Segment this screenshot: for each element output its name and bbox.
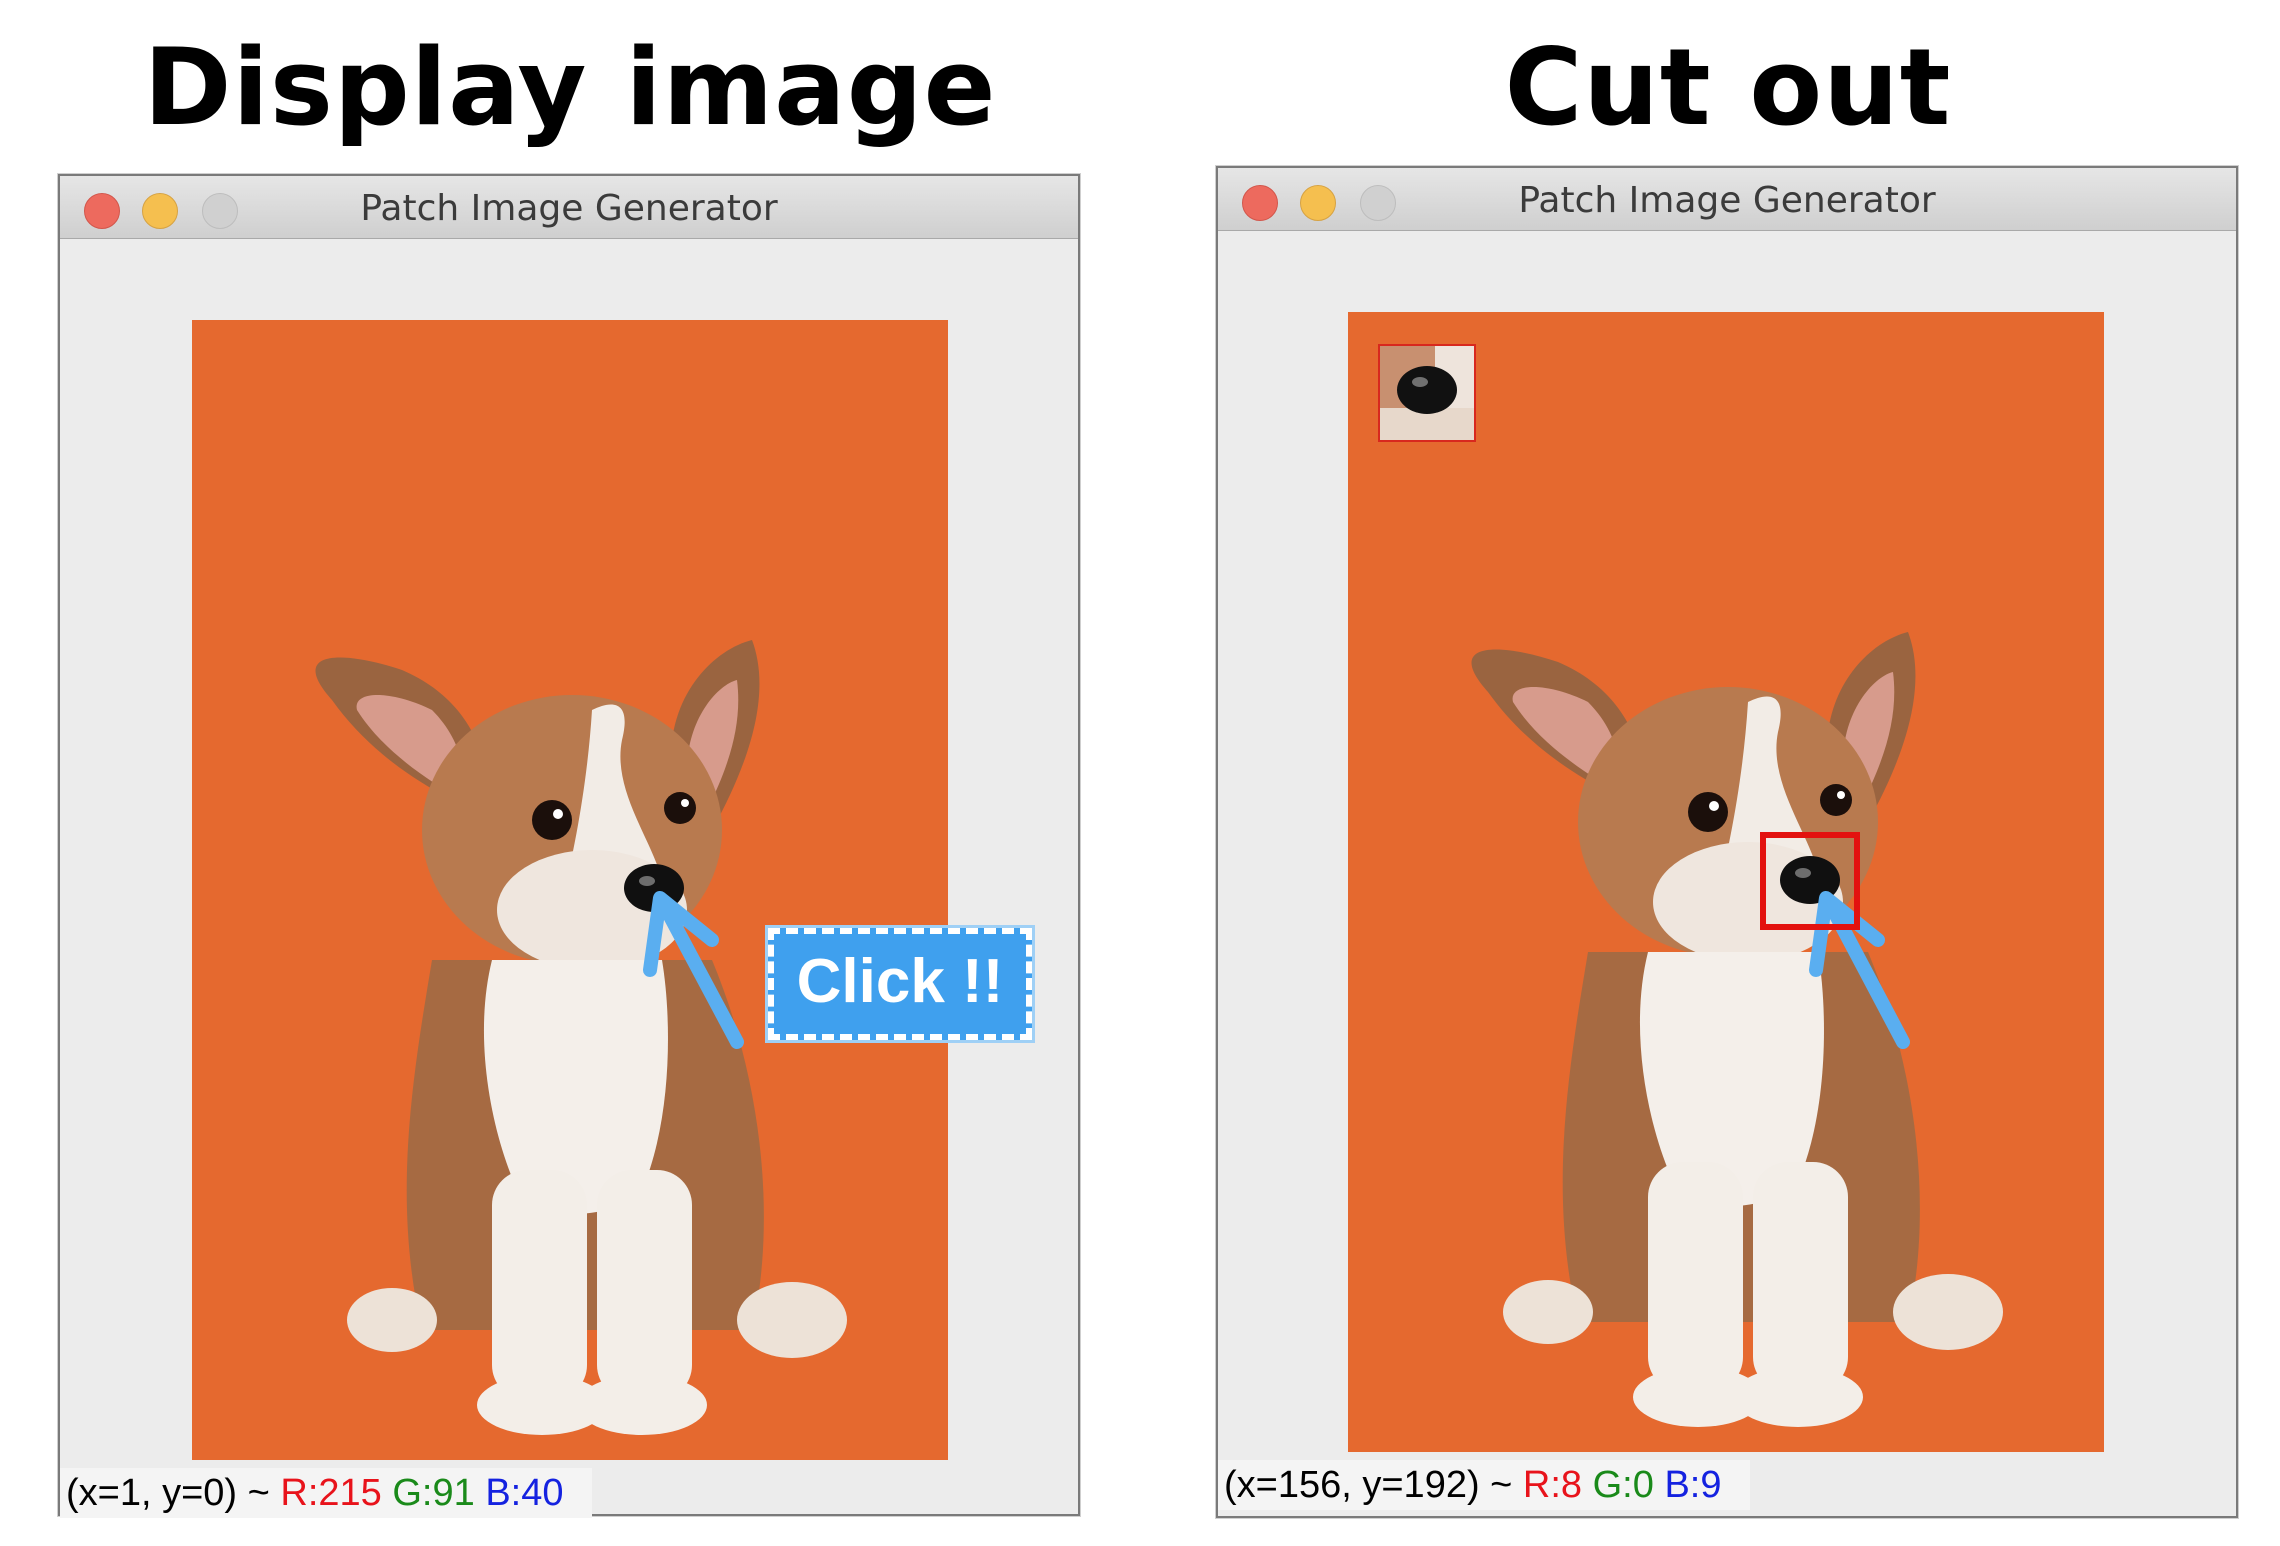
blue-value: B:9 (1664, 1464, 1722, 1506)
pointer-arrow-icon (643, 891, 744, 1049)
image-canvas[interactable] (1348, 312, 2104, 1452)
titlebar: Patch Image Generator (1218, 168, 2236, 231)
pixel-readout: (x=156, y=192) ~ R:8 G:0 B:9 (1218, 1460, 1750, 1510)
heading-cut-out: Cut out (1504, 26, 1952, 149)
patch-nose-image (1380, 346, 1474, 440)
heading-display-image: Display image (143, 26, 997, 149)
image-canvas[interactable] (192, 320, 948, 1460)
window-title: Patch Image Generator (360, 188, 778, 229)
blue-value: B:40 (485, 1472, 564, 1514)
click-callout: Click !! (768, 928, 1032, 1040)
patch-thumbnail[interactable] (1378, 344, 1476, 442)
red-value: R:215 (280, 1472, 382, 1514)
green-value: G:0 (1592, 1464, 1654, 1506)
pointer-arrow-icon (1809, 891, 1910, 1049)
coords-readout: (x=1, y=0) ~ (66, 1472, 281, 1514)
red-value: R:8 (1522, 1464, 1583, 1506)
window-title: Patch Image Generator (1518, 180, 1936, 221)
pixel-readout: (x=1, y=0) ~ R:215 G:91 B:40 (60, 1468, 592, 1518)
green-value: G:91 (392, 1472, 475, 1514)
selection-box[interactable] (1760, 832, 1860, 930)
titlebar: Patch Image Generator (60, 176, 1078, 239)
coords-readout: (x=156, y=192) ~ (1224, 1464, 1523, 1506)
